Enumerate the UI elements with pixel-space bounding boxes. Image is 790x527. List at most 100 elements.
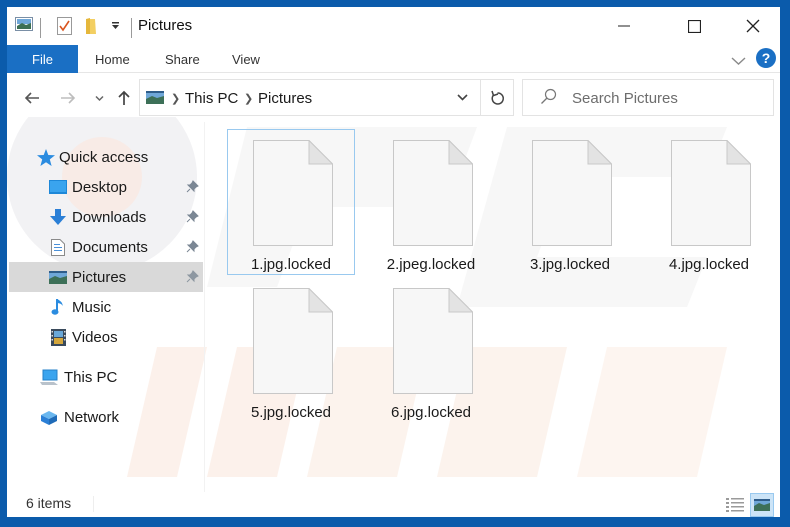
item-count: 6 items [26, 495, 72, 511]
arrow-left-icon [24, 92, 39, 104]
file-item[interactable]: 6.jpg.locked [367, 277, 495, 423]
breadcrumb-pictures[interactable]: Pictures [258, 90, 312, 107]
videos-icon [49, 328, 67, 346]
file-item[interactable]: 4.jpg.locked [645, 129, 773, 275]
blank-file-icon [532, 140, 612, 246]
sidebar-label: Downloads [72, 208, 147, 226]
chevron-down-icon [731, 57, 746, 65]
forward-button[interactable] [57, 85, 79, 111]
search-box[interactable]: Search Pictures [522, 79, 774, 116]
chevron-down-icon [456, 94, 468, 101]
blank-file-icon [393, 140, 473, 246]
breadcrumb-this-pc[interactable]: This PC [185, 90, 238, 107]
file-item[interactable]: 3.jpg.locked [506, 129, 634, 275]
sidebar-item-network[interactable]: Network [9, 402, 203, 432]
search-icon [540, 88, 557, 110]
sidebar-item-this-pc[interactable]: This PC [9, 362, 203, 392]
sidebar-label: This PC [64, 368, 118, 386]
desktop-icon [49, 178, 67, 196]
navigation-pane: Quick access Desktop Downloads Documents [7, 127, 203, 487]
status-separator [93, 496, 94, 512]
file-item[interactable]: 5.jpg.locked [227, 277, 355, 423]
large-icons-view-icon [754, 499, 770, 511]
arrow-up-icon [118, 90, 130, 105]
pin-icon[interactable] [186, 270, 199, 287]
blank-file-icon [393, 288, 473, 394]
ribbon-expand-button[interactable] [731, 53, 746, 71]
search-input[interactable]: Search Pictures [572, 90, 678, 107]
blank-file-icon [253, 288, 333, 394]
minimize-button[interactable] [601, 7, 647, 45]
title-bar: Pictures [7, 7, 780, 45]
sidebar-label: Quick access [59, 148, 149, 166]
address-bar[interactable]: ❯ This PC ❯ Pictures [139, 79, 514, 116]
file-name: 3.jpg.locked [529, 256, 611, 273]
large-icons-view-button[interactable] [750, 493, 774, 517]
sidebar-item-downloads[interactable]: Downloads [9, 202, 203, 232]
pane-divider[interactable] [204, 122, 205, 492]
sidebar-item-desktop[interactable]: Desktop [9, 172, 203, 202]
toolbar-separator [131, 18, 132, 38]
toolbar-separator [40, 18, 41, 38]
file-explorer-window: Pictures File Home Share View ? ❯ This P… [7, 7, 780, 517]
chevron-down-icon [94, 95, 104, 101]
address-history-dropdown[interactable] [444, 80, 480, 115]
sidebar-label: Network [64, 408, 120, 426]
maximize-button[interactable] [671, 7, 717, 45]
pin-icon[interactable] [186, 180, 199, 197]
file-item[interactable]: 1.jpg.locked [227, 129, 355, 275]
sidebar-label: Videos [72, 328, 118, 346]
pictures-icon[interactable] [15, 17, 33, 31]
up-button[interactable] [113, 85, 135, 111]
pin-icon[interactable] [186, 240, 199, 257]
sidebar-label: Music [72, 298, 112, 316]
properties-icon[interactable] [57, 17, 72, 35]
refresh-icon [491, 90, 504, 105]
sidebar-label: Desktop [72, 178, 128, 196]
close-icon [746, 19, 760, 33]
arrow-right-icon [61, 92, 76, 104]
file-list: 1.jpg.locked 2.jpeg.locked 3.jpg.locked … [207, 122, 780, 492]
pictures-icon [49, 268, 67, 286]
tab-share[interactable]: Share [151, 45, 214, 73]
tab-home[interactable]: Home [81, 45, 144, 73]
sidebar-item-videos[interactable]: Videos [9, 322, 203, 352]
sidebar-item-documents[interactable]: Documents [9, 232, 203, 262]
window-title: Pictures [138, 17, 193, 34]
breadcrumb-separator-icon: ❯ [244, 93, 254, 105]
sidebar-item-quick-access[interactable]: Quick access [37, 142, 203, 172]
sidebar-label: Documents [72, 238, 148, 256]
tab-view[interactable]: View [218, 45, 274, 73]
blank-file-icon [671, 140, 751, 246]
file-name: 6.jpg.locked [390, 404, 472, 421]
network-icon [39, 408, 59, 426]
breadcrumb-separator-icon: ❯ [171, 93, 181, 105]
pin-icon[interactable] [186, 210, 199, 227]
minimize-icon [618, 25, 630, 27]
sidebar-label: Pictures [72, 268, 127, 286]
back-button[interactable] [21, 85, 43, 111]
refresh-button[interactable] [480, 80, 514, 115]
recent-locations-button[interactable] [88, 85, 110, 111]
details-view-icon [726, 498, 744, 512]
close-button[interactable] [730, 7, 776, 45]
details-view-button[interactable] [723, 493, 747, 517]
customize-dropdown-icon[interactable] [111, 21, 120, 30]
file-name: 4.jpg.locked [668, 256, 750, 273]
music-icon [49, 298, 67, 316]
documents-icon [49, 238, 67, 256]
this-pc-icon [39, 368, 59, 386]
file-item[interactable]: 2.jpeg.locked [367, 129, 495, 275]
sidebar-item-music[interactable]: Music [9, 292, 203, 322]
pictures-location-icon [146, 91, 164, 109]
file-name: 5.jpg.locked [250, 404, 332, 421]
file-name: 1.jpg.locked [250, 256, 332, 273]
help-button[interactable]: ? [756, 48, 776, 68]
file-name: 2.jpeg.locked [386, 256, 476, 273]
downloads-icon [49, 208, 67, 226]
new-folder-icon[interactable] [85, 17, 97, 35]
blank-file-icon [253, 140, 333, 246]
star-icon [37, 148, 55, 166]
sidebar-item-pictures[interactable]: Pictures [9, 262, 203, 292]
tab-file[interactable]: File [7, 45, 78, 73]
